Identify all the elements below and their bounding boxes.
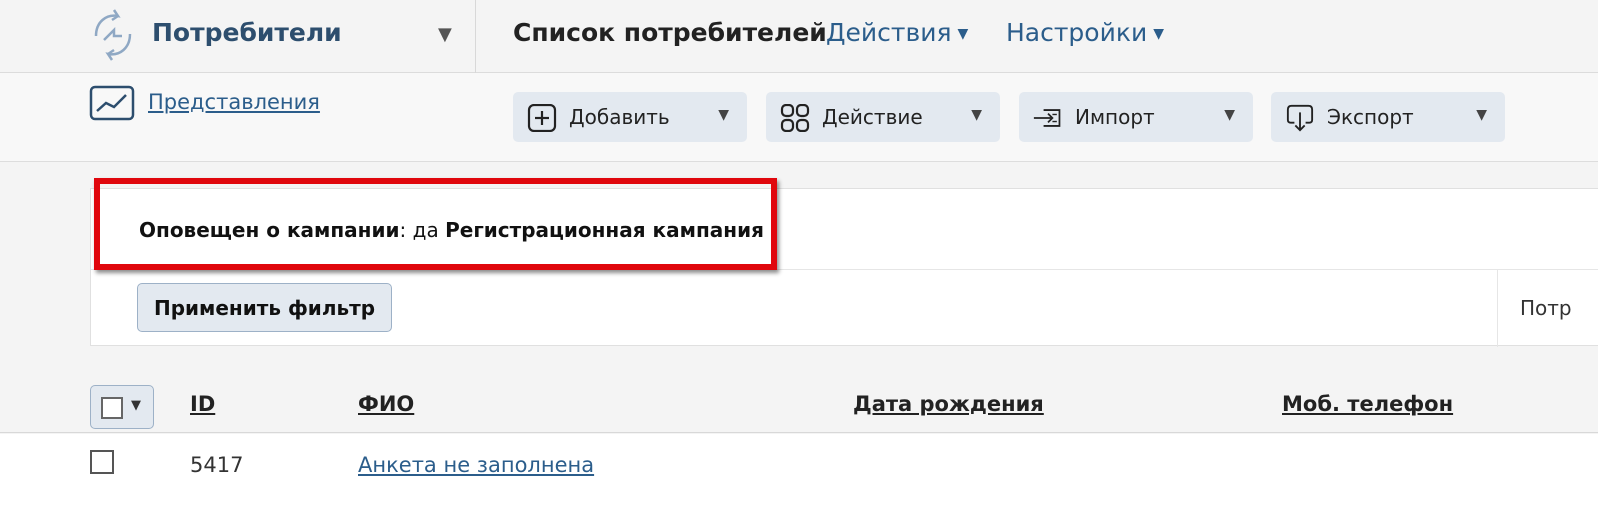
nav-settings-menu[interactable]: Настройки ▼: [1006, 18, 1164, 47]
caret-down-icon: ▼: [1153, 26, 1164, 42]
views-link[interactable]: Представления: [148, 90, 320, 114]
table-row: 5417 Анкета не заполнена: [0, 434, 1598, 506]
import-button[interactable]: Импорт ▼: [1019, 92, 1253, 142]
import-button-label: Импорт: [1075, 105, 1155, 129]
column-header-mobile-phone[interactable]: Моб. телефон: [1282, 392, 1453, 416]
grid-icon: [780, 104, 810, 132]
row-checkbox[interactable]: [90, 450, 114, 474]
action-button-label: Действие: [822, 105, 923, 129]
action-button[interactable]: Действие ▼: [766, 92, 1000, 142]
row-id-cell: 5417: [190, 453, 244, 477]
column-header-fio[interactable]: ФИО: [358, 392, 414, 416]
import-icon: [1033, 109, 1061, 127]
app-logo-icon[interactable]: [88, 6, 138, 64]
add-button[interactable]: Добавить ▼: [513, 92, 747, 142]
column-header-id[interactable]: ID: [190, 392, 215, 416]
caret-down-icon: ▼: [957, 26, 969, 42]
nav-actions-menu[interactable]: Действия ▼: [826, 18, 968, 47]
add-button-label: Добавить: [569, 105, 670, 129]
plus-square-icon: [527, 104, 557, 132]
caret-down-icon: ▼: [131, 398, 141, 413]
caret-down-icon: ▼: [1476, 107, 1487, 123]
toolbar: Представления Добавить ▼ Действие ▼ Импо…: [0, 73, 1598, 162]
column-header-birth-date[interactable]: Дата рождения: [853, 392, 1044, 416]
caret-down-icon: ▼: [1224, 107, 1235, 123]
customers-count-label: Потр: [1520, 296, 1572, 320]
nav-settings-label: Настройки: [1006, 18, 1148, 47]
app-title[interactable]: Потребители: [152, 18, 342, 47]
select-all-dropdown[interactable]: ▼: [90, 385, 154, 429]
app-switcher-caret-icon[interactable]: ▼: [438, 24, 452, 45]
highlight-annotation-box: [94, 178, 777, 270]
top-navbar: Потребители ▼ Список потребителей Действ…: [0, 0, 1598, 73]
select-all-checkbox[interactable]: [101, 397, 123, 419]
row-fio-link[interactable]: Анкета не заполнена: [358, 453, 594, 477]
panel-vertical-divider: [1497, 269, 1498, 347]
table-header: ▼ ID ФИО Дата рождения Моб. телефон: [0, 372, 1598, 433]
apply-filter-button[interactable]: Применить фильтр: [137, 283, 392, 332]
nav-actions-label: Действия: [826, 18, 952, 47]
caret-down-icon: ▼: [971, 107, 982, 123]
export-button[interactable]: Экспорт ▼: [1271, 92, 1505, 142]
views-chart-icon: [89, 85, 135, 121]
caret-down-icon: ▼: [718, 107, 729, 123]
export-download-icon: [1286, 104, 1314, 132]
nav-divider: [475, 0, 476, 73]
nav-customers-list[interactable]: Список потребителей: [513, 18, 827, 47]
export-button-label: Экспорт: [1327, 105, 1414, 129]
